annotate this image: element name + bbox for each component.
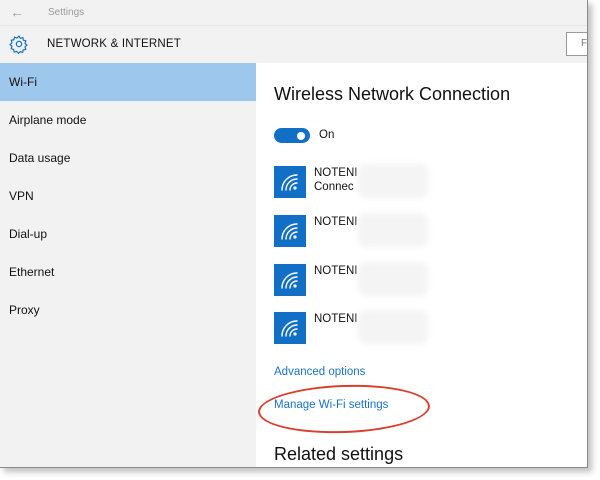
toggle-knob <box>297 131 305 140</box>
gear-icon <box>9 35 28 54</box>
sidebar-item-dial-up[interactable]: Dial-up <box>0 215 256 253</box>
back-arrow-icon[interactable]: ← <box>10 4 24 20</box>
network-item[interactable]: NOTENI <box>274 310 574 346</box>
toggle-state-label: On <box>319 129 335 141</box>
redaction-blur <box>358 213 428 247</box>
network-item[interactable]: NOTENI Connec <box>274 164 574 200</box>
sidebar-item-proxy[interactable]: Proxy <box>0 291 256 329</box>
wifi-icon <box>274 264 306 296</box>
redaction-blur <box>358 164 428 198</box>
advanced-options-link[interactable]: Advanced options <box>274 366 365 378</box>
network-item[interactable]: NOTENI <box>274 262 574 298</box>
title-bar: ← Settings <box>0 0 587 26</box>
network-name: NOTENI <box>314 265 358 277</box>
wifi-toggle[interactable] <box>274 128 310 143</box>
search-input[interactable]: F <box>566 32 587 56</box>
network-item[interactable]: NOTENI <box>274 213 574 249</box>
sidebar-item-wifi[interactable]: Wi-Fi <box>0 63 256 101</box>
sidebar-item-ethernet[interactable]: Ethernet <box>0 253 256 291</box>
wifi-icon <box>274 215 306 247</box>
section-title: NETWORK & INTERNET <box>47 38 181 50</box>
page-header: NETWORK & INTERNET F <box>0 26 587 63</box>
sidebar-item-airplane-mode[interactable]: Airplane mode <box>0 101 256 139</box>
settings-window: ← Settings NETWORK & INTERNET F Wi-Fi Ai… <box>0 0 588 468</box>
app-title: Settings <box>48 7 85 18</box>
sidebar-item-vpn[interactable]: VPN <box>0 177 256 215</box>
page-title: Wireless Network Connection <box>274 84 511 104</box>
redaction-blur <box>358 310 428 344</box>
wifi-icon <box>274 312 306 344</box>
network-name: NOTENI <box>314 313 358 325</box>
network-status: Connec <box>314 181 354 193</box>
sidebar: Wi-Fi Airplane mode Data usage VPN Dial-… <box>0 63 256 467</box>
redaction-blur <box>358 262 428 296</box>
network-name: NOTENI <box>314 216 358 228</box>
network-name: NOTENI <box>314 167 358 179</box>
related-settings-heading: Related settings <box>274 444 404 464</box>
sidebar-item-data-usage[interactable]: Data usage <box>0 139 256 177</box>
wifi-icon <box>274 166 306 198</box>
